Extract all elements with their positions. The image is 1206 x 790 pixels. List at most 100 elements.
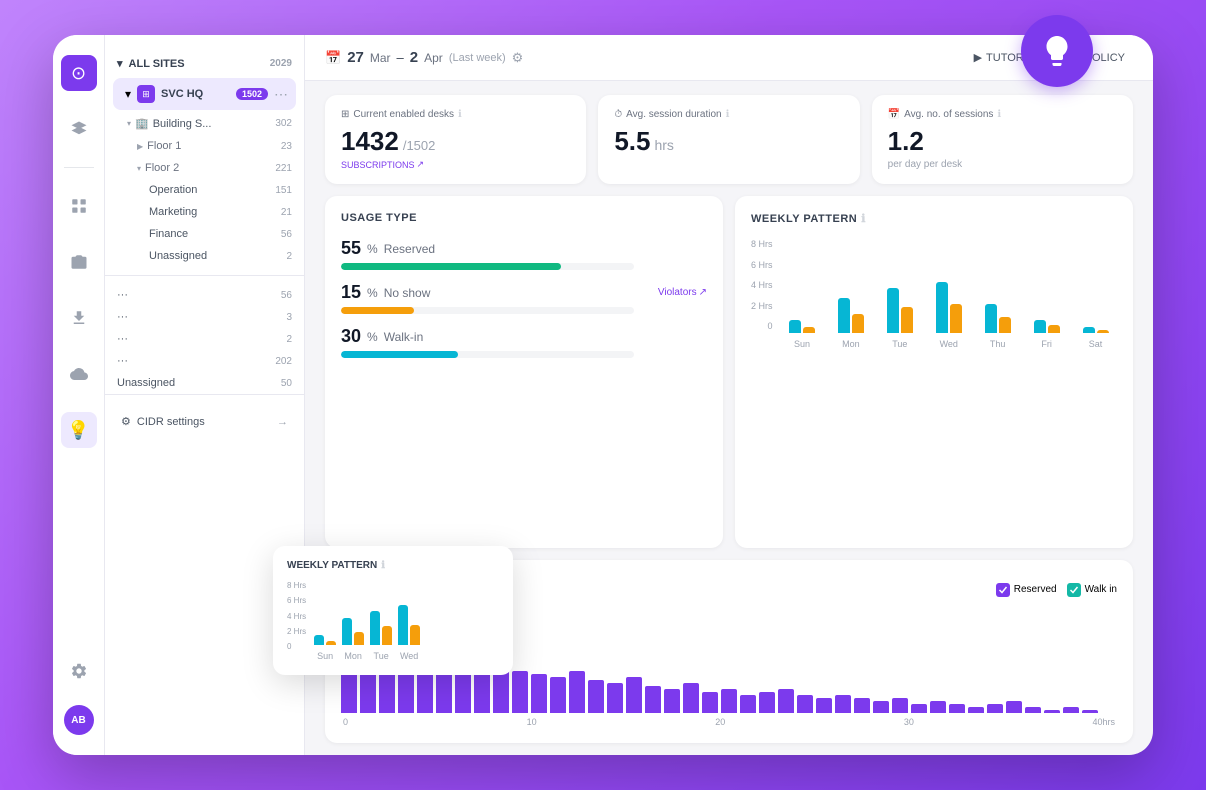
- session-info-icon: ℹ: [726, 109, 730, 120]
- weekly-popup: WEEKLY PATTERN ℹ 8 Hrs 6 Hrs 4 Hrs 2 Hrs…: [273, 546, 513, 675]
- building-count: 302: [275, 118, 292, 129]
- y-label-4: 4 Hrs: [751, 280, 773, 290]
- desk-bar-18: [683, 683, 699, 713]
- end-day: 2: [410, 49, 418, 66]
- wbar-reserved-wed: [936, 282, 948, 333]
- mini-col-tue: Tue: [370, 611, 392, 662]
- avg-label-text: Avg. no. of sessions: [904, 109, 993, 120]
- wbar-reserved-mon: [838, 298, 850, 333]
- layers-icon[interactable]: [61, 111, 97, 147]
- floor2-collapse-icon: ▾: [137, 164, 141, 173]
- start-day: 27: [347, 49, 364, 66]
- desk-bar-17: [664, 689, 680, 713]
- extra-row-1: ··· 56: [105, 284, 304, 306]
- finance-count: 56: [281, 229, 292, 240]
- building-row[interactable]: ▾ 🏢 Building S... 302: [105, 112, 304, 135]
- avg-label: 📅 Avg. no. of sessions ℹ: [888, 109, 1117, 120]
- mini-bar-walkin-sun: [326, 641, 336, 645]
- end-month: Apr: [424, 51, 443, 65]
- desk-bar-36: [1025, 707, 1041, 713]
- walkin-legend-label: Walk in: [1085, 584, 1117, 595]
- subscriptions-link[interactable]: SUBSCRIPTIONS ↗: [341, 159, 570, 170]
- desk-bar-32: [949, 704, 965, 713]
- operation-row[interactable]: Operation 151: [105, 179, 304, 201]
- date-settings-icon[interactable]: ⚙: [512, 50, 524, 66]
- weekly-bar-group-sat: Sat: [1074, 327, 1117, 349]
- desk-bar-12: [569, 671, 585, 713]
- walkin-label: Walk-in: [384, 330, 424, 344]
- cidr-settings-row[interactable]: ⚙ CIDR settings →: [105, 407, 304, 436]
- avatar[interactable]: AB: [64, 705, 94, 735]
- noshow-pct: 15: [341, 282, 361, 303]
- stat-card-avg-sessions: 📅 Avg. no. of sessions ℹ 1.2 per day per…: [872, 95, 1133, 184]
- usage-type-label: USAGE TYPE: [341, 212, 417, 224]
- download-icon[interactable]: [61, 300, 97, 336]
- sidebar-divider: [64, 167, 94, 168]
- mini-bar-reserved-tue: [370, 611, 380, 646]
- y-label-6: 6 Hrs: [751, 260, 773, 270]
- grid-icon[interactable]: [61, 188, 97, 224]
- camera-icon[interactable]: [61, 244, 97, 280]
- desks-label-text: Current enabled desks: [353, 109, 454, 120]
- wbar-walkin-sun: [803, 327, 815, 333]
- desk-bar-15: [626, 677, 642, 713]
- wbar-walkin-tue: [901, 307, 913, 333]
- extra-row-2: ··· 3: [105, 306, 304, 328]
- wbar-label-sat: Sat: [1089, 339, 1103, 349]
- walkin-bar-bg: [341, 351, 634, 358]
- floor1-row[interactable]: ▶ Floor 1 23: [105, 135, 304, 157]
- desks-icon: ⊞: [341, 109, 349, 120]
- mini-y-8: 8 Hrs: [287, 581, 306, 590]
- site-item-svchq[interactable]: ▾ ⊞ SVC HQ 1502 ⋯: [113, 78, 296, 110]
- avg-info-icon: ℹ: [997, 109, 1001, 120]
- mini-col-sun: Sun: [314, 635, 336, 661]
- mini-col-mon: Mon: [342, 618, 364, 661]
- desk-bar-34: [987, 704, 1003, 713]
- wbar-reserved-tue: [887, 288, 899, 333]
- desk-bar-23: [778, 689, 794, 713]
- avg-main-value: 1.2: [888, 126, 924, 157]
- desk-bar-31: [930, 701, 946, 713]
- wbar-label-tue: Tue: [892, 339, 907, 349]
- reserved-checkbox[interactable]: [996, 583, 1010, 597]
- date-separator: –: [397, 50, 404, 65]
- mini-label-wed: Wed: [400, 651, 418, 661]
- legend-reserved: Reserved: [996, 583, 1057, 597]
- y-label-8: 8 Hrs: [751, 239, 773, 249]
- weekly-bar-group-mon: Mon: [829, 298, 872, 349]
- desk-bar-10: [531, 674, 547, 713]
- settings-icon[interactable]: [61, 653, 97, 689]
- unassigned-label: Unassigned: [149, 250, 207, 262]
- site-options-icon[interactable]: ⋯: [274, 86, 288, 103]
- site-building-icon: ⊞: [137, 85, 155, 103]
- y-label-0: 0: [751, 321, 773, 331]
- finance-row[interactable]: Finance 56: [105, 223, 304, 245]
- walkin-checkbox[interactable]: [1067, 583, 1081, 597]
- cloud-icon[interactable]: [61, 356, 97, 392]
- violators-link[interactable]: Violators ↗: [658, 287, 707, 298]
- desks-info-icon: ℹ: [458, 109, 462, 120]
- desk-bar-22: [759, 692, 775, 713]
- unassigned-row-2[interactable]: Unassigned 50: [105, 372, 304, 394]
- noshow-label: No show: [384, 286, 431, 300]
- outer-container: ⊙ 💡 AB: [53, 35, 1153, 755]
- site-name: SVC HQ: [161, 88, 230, 100]
- legend-walkin: Walk in: [1067, 583, 1117, 597]
- desk-bar-25: [816, 698, 832, 713]
- mini-chart: Sun Mon Tue Wed: [314, 581, 499, 661]
- charts-row: USAGE TYPE 55 % Reserved: [305, 184, 1153, 548]
- wbar-reserved-sat: [1083, 327, 1095, 333]
- floor2-row[interactable]: ▾ Floor 2 221: [105, 157, 304, 179]
- y-label-2: 2 Hrs: [751, 301, 773, 311]
- home-icon[interactable]: ⊙: [61, 55, 97, 91]
- reserved-pct: 55: [341, 238, 361, 259]
- bulb-sidebar-icon[interactable]: 💡: [61, 412, 97, 448]
- stat-cards: ⊞ Current enabled desks ℹ 1432 /1502 SUB…: [305, 81, 1153, 184]
- extra-count-4: 202: [275, 356, 292, 367]
- usage-type-card: USAGE TYPE 55 % Reserved: [325, 196, 723, 548]
- lightbulb-icon[interactable]: [1021, 15, 1093, 87]
- extra-dots-1: ···: [117, 289, 128, 301]
- nav-dropdown-icon: ▾: [117, 57, 123, 70]
- marketing-row[interactable]: Marketing 21: [105, 201, 304, 223]
- unassigned-row[interactable]: Unassigned 2: [105, 245, 304, 267]
